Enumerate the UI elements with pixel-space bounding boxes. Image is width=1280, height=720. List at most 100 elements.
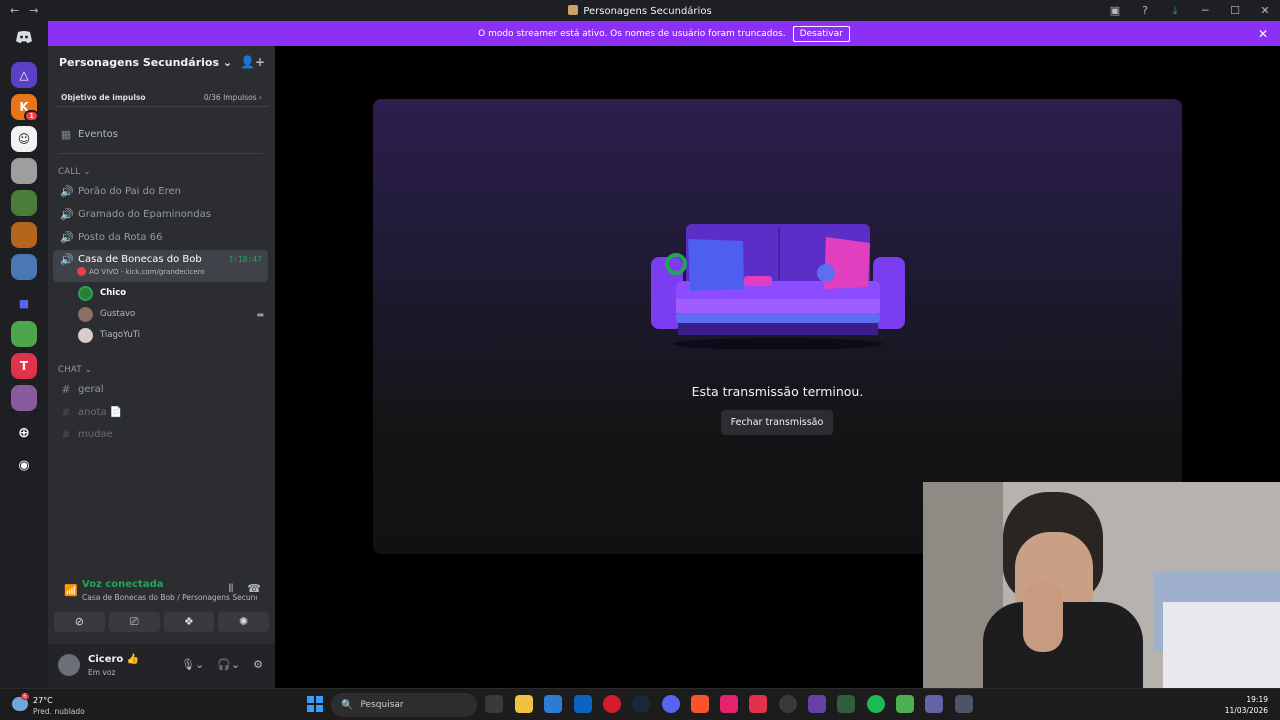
events-item[interactable]: ▦ Eventos xyxy=(53,124,268,145)
disable-streamer-button[interactable]: Desativar xyxy=(792,25,850,42)
hash-icon: # xyxy=(61,428,71,441)
boost-goal[interactable]: Objetivo de impulso 0/36 Impulsos › xyxy=(54,89,269,107)
streamer-mode-banner: O modo streamer está ativo. Os nomes de … xyxy=(48,21,1280,46)
guild-icon-5[interactable] xyxy=(11,190,37,216)
obs-icon[interactable] xyxy=(779,695,797,713)
app-icon[interactable] xyxy=(837,695,855,713)
banner-text: O modo streamer está ativo. Os nomes de … xyxy=(478,28,786,39)
voice-channel[interactable]: 🔊 Posto da Rota 66 xyxy=(53,227,268,248)
category-chat[interactable]: CHAT ⌄ xyxy=(58,365,92,375)
forward-button[interactable]: → xyxy=(29,4,38,17)
window-controls: ▣ ? ⤓ ─ ☐ ✕ xyxy=(1100,0,1280,21)
download-icon[interactable]: ⤓ xyxy=(1160,4,1190,18)
boost-value: 0/36 Impulsos › xyxy=(203,93,262,102)
guild-icon-6[interactable] xyxy=(11,222,37,248)
weather-widget[interactable]: 6 27°C Pred. nublado xyxy=(12,693,102,717)
task-view-icon[interactable] xyxy=(485,695,503,713)
app-icon[interactable] xyxy=(749,695,767,713)
more-icon: ▬ xyxy=(256,309,264,319)
window-title: Personagens Secundários xyxy=(0,4,1280,17)
add-server-icon[interactable]: ⊕ xyxy=(11,420,37,446)
outlook-icon[interactable] xyxy=(574,695,592,713)
help-icon[interactable]: ? xyxy=(1130,4,1160,17)
avatar xyxy=(78,306,93,322)
steam-icon[interactable] xyxy=(632,695,650,713)
inbox-icon[interactable]: ▣ xyxy=(1100,4,1130,17)
signal-icon[interactable]: 📶 xyxy=(64,584,78,597)
minimize-button[interactable]: ─ xyxy=(1190,4,1220,17)
active-voice-channel[interactable]: 🔊 Casa de Bonecas do Bob 3:18:47 AO VIVO… xyxy=(53,250,268,282)
server-header[interactable]: Personagens Secundários ⌄ 👤+ xyxy=(48,46,275,78)
voice-user-name: Chico xyxy=(100,288,127,298)
teams-icon[interactable] xyxy=(925,695,943,713)
hash-icon: # xyxy=(61,383,71,396)
voice-user-name: Gustavo xyxy=(100,309,136,319)
speaker-icon: 🔊 xyxy=(60,231,74,244)
minecraft-icon[interactable] xyxy=(896,695,914,713)
headphones-icon[interactable]: 🎧⌄ xyxy=(217,658,240,671)
guild-icon-2[interactable]: K1 xyxy=(11,94,39,122)
spotify-icon[interactable] xyxy=(867,695,885,713)
noise-suppression-icon[interactable]: ⦀ xyxy=(228,582,233,596)
guild-icon-10[interactable] xyxy=(11,385,37,411)
guild-icon-3[interactable]: ☺ xyxy=(11,126,37,152)
close-stream-button[interactable]: Fechar transmissão xyxy=(721,410,833,435)
user-avatar[interactable] xyxy=(58,654,80,676)
nav-buttons: ← → xyxy=(10,4,38,17)
close-window-button[interactable]: ✕ xyxy=(1250,4,1280,17)
twitch-icon[interactable] xyxy=(808,695,826,713)
discord-home-icon[interactable] xyxy=(10,26,38,48)
taskbar-search[interactable]: 🔍 Pesquisar xyxy=(331,693,477,717)
guild-icon-4[interactable] xyxy=(11,158,37,184)
microphone-icon[interactable]: 🎙⌄ xyxy=(181,658,204,671)
boost-label: Objetivo de impulso xyxy=(61,93,146,102)
weather-condition: Pred. nublado xyxy=(33,707,85,716)
voice-channel[interactable]: 🔊 Porão do Pai do Eren xyxy=(53,181,268,202)
user-name[interactable]: Cicero 👍 xyxy=(88,654,139,665)
discover-icon[interactable]: ◉ xyxy=(11,452,37,478)
app-icon[interactable] xyxy=(720,695,738,713)
voice-channel[interactable]: 🔊 Gramado do Epaminondas xyxy=(53,204,268,225)
back-button[interactable]: ← xyxy=(10,4,19,17)
file-explorer-icon[interactable] xyxy=(515,695,533,713)
text-channel[interactable]: # anota 📄 xyxy=(53,402,268,423)
guild-icon-7[interactable] xyxy=(11,254,37,280)
invite-icon[interactable]: 👤+ xyxy=(240,55,265,69)
store-icon[interactable] xyxy=(544,695,562,713)
voice-user-name: TiagoYuTi xyxy=(100,330,140,340)
close-banner-icon[interactable]: ✕ xyxy=(1258,27,1268,41)
activities-button[interactable]: ❖ xyxy=(163,612,215,632)
voice-user[interactable]: Chico xyxy=(78,283,126,303)
share-screen-button[interactable]: ⎚ xyxy=(108,612,160,632)
calendar-icon: ▦ xyxy=(60,128,72,141)
voice-user[interactable]: Gustavo ▬ xyxy=(78,304,264,324)
category-call[interactable]: CALL ⌄ xyxy=(58,167,91,177)
guild-icon-8[interactable] xyxy=(11,321,37,347)
avatar xyxy=(78,285,93,301)
soundboard-button[interactable]: ✺ xyxy=(218,612,269,632)
app-icon[interactable] xyxy=(955,695,973,713)
window-titlebar: ← → Personagens Secundários ▣ ? ⤓ ─ ☐ ✕ xyxy=(0,0,1280,21)
guild-icon-1[interactable]: △ xyxy=(11,62,37,88)
guild-icon-9[interactable]: T xyxy=(11,353,37,379)
camera-button[interactable]: ⊘ xyxy=(54,612,105,632)
channel-name: anota 📄 xyxy=(78,407,123,418)
maximize-button[interactable]: ☐ xyxy=(1220,4,1250,17)
user-panel: Cicero 👍 Em voz 🎙⌄ 🎧⌄ ⚙ xyxy=(48,644,275,688)
voice-connected-label[interactable]: Voz conectada xyxy=(82,579,163,590)
windows-start-icon[interactable] xyxy=(307,696,323,712)
disconnect-icon[interactable]: ☎ xyxy=(247,582,261,596)
windows-taskbar: 6 27°C Pred. nublado 🔍 Pesquisar 19:19 1… xyxy=(0,688,1280,720)
folder-icon[interactable]: ■ xyxy=(11,290,37,316)
discord-taskbar-icon[interactable] xyxy=(662,695,680,713)
settings-gear-icon[interactable]: ⚙ xyxy=(253,658,263,671)
brave-icon[interactable] xyxy=(691,695,709,713)
search-icon: 🔍 xyxy=(341,699,354,711)
text-channel[interactable]: # geral xyxy=(53,379,268,400)
clock-time: 19:19 xyxy=(1246,695,1268,704)
system-clock[interactable]: 19:19 11/03/2026 xyxy=(1225,694,1268,716)
voice-user[interactable]: TiagoYuTi xyxy=(78,325,140,345)
live-link: AO VIVO - kick.com/grandecicero xyxy=(89,267,205,276)
text-channel[interactable]: # mudae xyxy=(53,424,268,445)
opera-icon[interactable] xyxy=(603,695,621,713)
